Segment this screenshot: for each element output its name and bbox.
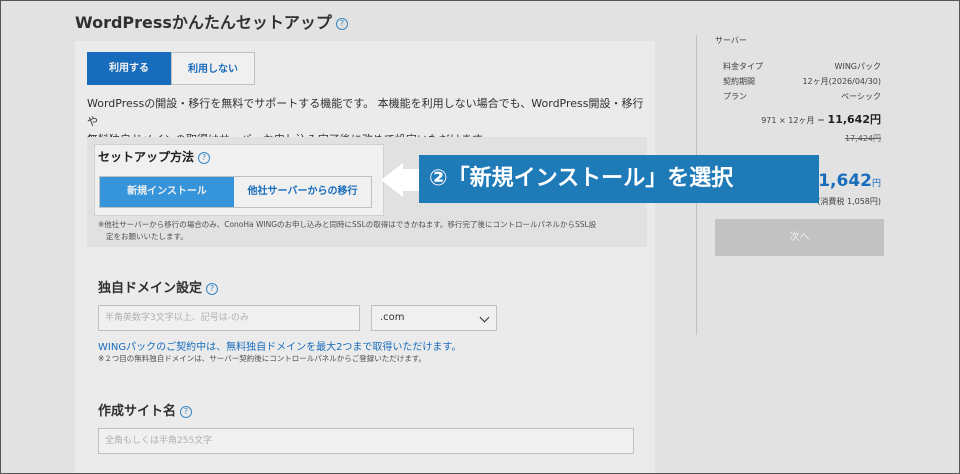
help-icon[interactable]: ? — [335, 17, 348, 30]
sidebar-value: ベーシック — [841, 92, 881, 101]
note-line: 定をお願いいたします。 — [106, 232, 188, 241]
help-icon[interactable]: ? — [206, 282, 219, 295]
next-button[interactable]: 次へ — [715, 219, 884, 256]
help-icon[interactable]: ? — [180, 405, 193, 418]
tld-select[interactable]: .com — [371, 305, 497, 331]
tld-value: .com — [380, 312, 405, 323]
screenshot-frame: WordPressかんたんセットアップ? 利用する 利用しない WordPres… — [0, 0, 960, 474]
chevron-down-icon — [479, 312, 490, 323]
sidebar-label: 料金タイプ — [723, 62, 763, 71]
note-line: ※他社サーバーから移行の場合のみ、ConoHa WINGのお申し込みと同時にSS… — [98, 220, 597, 229]
sidebar-label: 契約期間 — [723, 77, 755, 86]
page-title: WordPressかんたんセットアップ? — [75, 9, 348, 33]
original-price: 17,424円 — [845, 134, 881, 143]
sidebar-value: 12ヶ月(2026/04/30) — [802, 77, 881, 86]
usage-tabs: 利用する 利用しない — [87, 52, 255, 85]
sidebar-label: プラン — [723, 92, 747, 101]
ssl-note: ※他社サーバーから移行の場合のみ、ConoHa WINGのお申し込みと同時にSS… — [98, 219, 638, 243]
sidebar-value: WINGパック — [834, 62, 881, 71]
help-icon[interactable]: ? — [198, 151, 211, 164]
option-migration[interactable]: 他社サーバーからの移行 — [234, 177, 371, 207]
domain-section-title: 独自ドメイン設定? — [98, 277, 219, 296]
tax-note: (消費税 1,058円) — [817, 197, 881, 206]
domain-input[interactable]: 半角英数字3文字以上、記号は-のみ — [98, 305, 360, 331]
tab-use[interactable]: 利用する — [87, 52, 171, 85]
free-domain-note: WINGパックのご契約中は、無料独自ドメインを最大2つまで取得いただけます。 — [98, 342, 462, 353]
setup-method-selector: 新規インストール 他社サーバーからの移行 — [99, 176, 372, 208]
option-new-install[interactable]: 新規インストール — [100, 177, 234, 207]
setup-method-title: セットアップ方法? — [98, 148, 211, 165]
sidebar-heading: サーバー — [715, 36, 747, 45]
tab-not-use[interactable]: 利用しない — [171, 52, 255, 85]
description-line: WordPressの開設・移行を無料でサポートする機能です。 本機能を利用しない… — [87, 97, 644, 128]
price-calculation: 971 × 12ヶ月 ＝ 11,642円 — [761, 113, 881, 126]
second-domain-note: ※２つ目の無料独自ドメインは、サーバー契約後にコントロールパネルからご登録いただ… — [98, 354, 426, 363]
instruction-text: ②「新規インストール」を選択 — [429, 166, 734, 191]
site-name-title: 作成サイト名? — [98, 400, 193, 419]
site-name-input[interactable]: 全角もしくは半角255文字 — [98, 428, 634, 454]
